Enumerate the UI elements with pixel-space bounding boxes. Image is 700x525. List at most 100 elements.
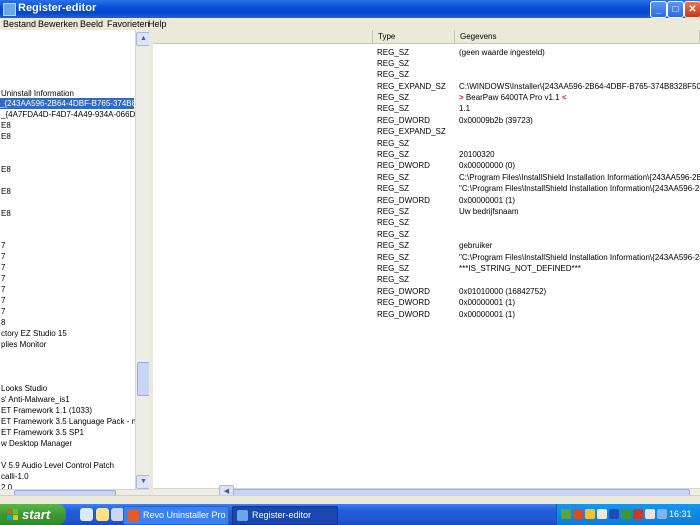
tree-item[interactable]: E8 (1, 131, 11, 142)
tree-item[interactable]: calli-1.0 (1, 471, 29, 482)
table-row[interactable]: REG_SZ gebruiker (153, 240, 700, 251)
table-row[interactable]: REG_SZ Uw bedrijfsnaam (153, 206, 700, 217)
tree-item[interactable]: ctory EZ Studio 15 (1, 328, 67, 339)
start-button[interactable]: start (0, 504, 66, 525)
tree-item[interactable]: w Desktop Manager (1, 438, 72, 449)
value-type: REG_DWORD (377, 116, 430, 125)
tree-item[interactable]: _{4A7FDA4D-F4D7-4A49-934A-066D59A (1, 109, 136, 120)
tree-item-selected[interactable]: _{243AA596-2B64-4DBF-B765-374B8328 (0, 98, 136, 109)
tree-item[interactable]: 8 (1, 317, 5, 328)
tree-item[interactable]: s' Anti-Malware_is1 (1, 394, 70, 405)
tree-item[interactable]: 7 (1, 306, 5, 317)
value-data: 0x00009b2b (39723) (459, 116, 533, 125)
maximize-button[interactable]: □ (667, 1, 684, 18)
menu-favorites[interactable]: Favorieten (107, 18, 150, 30)
tree-item[interactable]: 7 (1, 295, 5, 306)
tray-app-icon[interactable] (633, 509, 643, 519)
tree-vertical-scrollbar[interactable]: ▲ ▼ (135, 30, 151, 489)
tree-item[interactable]: 7 (1, 262, 5, 273)
table-row[interactable]: REG_SZ (153, 229, 700, 240)
value-data: 0x01010000 (16842752) (459, 287, 547, 296)
tree-item[interactable]: E8 (1, 208, 11, 219)
value-type: REG_SZ (377, 150, 410, 159)
start-label: start (22, 507, 51, 522)
tree-item[interactable]: V 5.9 Audio Level Control Patch (1, 460, 114, 471)
ie-icon[interactable] (80, 508, 93, 521)
taskbar-item-revo[interactable]: Revo Uninstaller Pro - ... (123, 506, 229, 525)
table-row[interactable]: REG_SZ C:\Program Files\InstallShield Ins… (153, 172, 700, 183)
tree-item[interactable]: Looks Studio (1, 383, 47, 394)
tree-item[interactable]: 7 (1, 240, 5, 251)
menu-edit[interactable]: Bewerken (38, 18, 78, 30)
tray-app-icon[interactable] (597, 509, 607, 519)
tree-item[interactable]: E8 (1, 186, 11, 197)
table-row[interactable]: REG_SZ > BearPaw 6400TA Pro v1.1 < (153, 92, 700, 103)
menu-help[interactable]: Help (148, 18, 167, 30)
tree-item[interactable]: ET Framework 3.5 Language Pack - nld (1, 416, 136, 427)
tree-item[interactable]: 7 (1, 284, 5, 295)
minimize-button[interactable]: _ (650, 1, 667, 18)
tree-item[interactable]: E8 (1, 120, 11, 131)
table-row[interactable]: REG_DWORD 0x00000001 (1) (153, 309, 700, 320)
value-data: ***IS_STRING_NOT_DEFINED*** (459, 264, 581, 273)
column-header-data[interactable]: Gegevens (455, 30, 700, 44)
table-row[interactable]: REG_SZ 20100320 (153, 149, 700, 160)
tree-item[interactable]: ET Framework 1.1 (1033) (1, 405, 92, 416)
value-data: 0x00000001 (1) (459, 196, 516, 205)
display-name-value: BearPaw 6400TA Pro v1.1 (465, 93, 560, 102)
tray-security-icon[interactable] (573, 509, 583, 519)
tree-item[interactable]: 7 (1, 273, 5, 284)
red-arrow-right: > (459, 93, 464, 102)
column-header-name[interactable] (153, 30, 373, 44)
window-title-bar[interactable]: Register-editor _ □ ✕ (0, 0, 700, 18)
table-row[interactable]: REG_SZ (153, 274, 700, 285)
tray-app-icon[interactable] (621, 509, 631, 519)
table-row[interactable]: REG_SZ ***IS_STRING_NOT_DEFINED*** (153, 263, 700, 274)
tray-app-icon[interactable] (585, 509, 595, 519)
value-data-highlighted: > BearPaw 6400TA Pro v1.1 < (459, 92, 700, 103)
table-row[interactable]: REG_EXPAND_SZ C:\WINDOWS\Installer\{243AA… (153, 81, 700, 92)
tray-network-icon[interactable] (561, 509, 571, 519)
value-data: "C:\Program Files\InstallShield Installa… (459, 253, 700, 262)
table-row[interactable]: REG_DWORD 0x00000001 (1) (153, 297, 700, 308)
table-row[interactable]: REG_DWORD 0x01010000 (16842752) (153, 286, 700, 297)
registry-values-list[interactable]: Type Gegevens REG_SZ (geen waarde ingeste… (153, 30, 700, 488)
table-row[interactable]: REG_DWORD 0x00000001 (1) (153, 195, 700, 206)
registry-tree[interactable]: Uninstall Information _{243AA596-2B64-4D… (0, 30, 136, 495)
value-type: REG_SZ (377, 253, 410, 262)
tray-app-icon[interactable] (657, 509, 667, 519)
value-data: C:\Program Files\InstallShield Installat… (459, 173, 700, 182)
menu-file[interactable]: Bestand (3, 18, 36, 30)
value-data: 0x00000001 (1) (459, 298, 516, 307)
table-row[interactable]: REG_SZ (153, 69, 700, 80)
tree-item[interactable]: ET Framework 3.5 SP1 (1, 427, 84, 438)
menu-bar: Bestand Bewerken Beeld Favorieten Help (0, 18, 700, 30)
tree-item[interactable]: E8 (1, 164, 11, 175)
column-header-type[interactable]: Type (373, 30, 455, 44)
table-row[interactable]: REG_SZ "C:\Program Files\InstallShield In… (153, 252, 700, 263)
value-type: REG_SZ (377, 93, 410, 102)
revo-icon (128, 510, 139, 521)
tree-item[interactable]: plies Monitor (1, 339, 46, 350)
tray-media-icon[interactable] (609, 509, 619, 519)
value-type: REG_SZ (377, 275, 410, 284)
table-row[interactable]: REG_EXPAND_SZ (153, 126, 700, 137)
value-data: gebruiker (459, 241, 493, 250)
value-type: REG_SZ (377, 104, 410, 113)
table-row[interactable]: REG_SZ (geen waarde ingesteld) (153, 47, 700, 58)
close-button[interactable]: ✕ (684, 1, 700, 18)
table-row[interactable]: REG_SZ 1.1 (153, 103, 700, 114)
table-row[interactable]: REG_DWORD 0x00000000 (0) (153, 160, 700, 171)
clock[interactable]: 16:31 (669, 504, 692, 525)
tree-item[interactable]: 7 (1, 251, 5, 262)
menu-view[interactable]: Beeld (80, 18, 103, 30)
explorer-icon[interactable] (96, 508, 109, 521)
table-row[interactable]: REG_DWORD 0x00009b2b (39723) (153, 115, 700, 126)
tray-volume-icon[interactable] (645, 509, 655, 519)
value-data: Uw bedrijfsnaam (459, 207, 519, 216)
taskbar-item-regedit[interactable]: Register-editor (232, 506, 338, 525)
table-row[interactable]: REG_SZ (153, 138, 700, 149)
table-row[interactable]: REG_SZ (153, 58, 700, 69)
table-row[interactable]: REG_SZ (153, 217, 700, 228)
table-row[interactable]: REG_SZ "C:\Program Files\InstallShield In… (153, 183, 700, 194)
